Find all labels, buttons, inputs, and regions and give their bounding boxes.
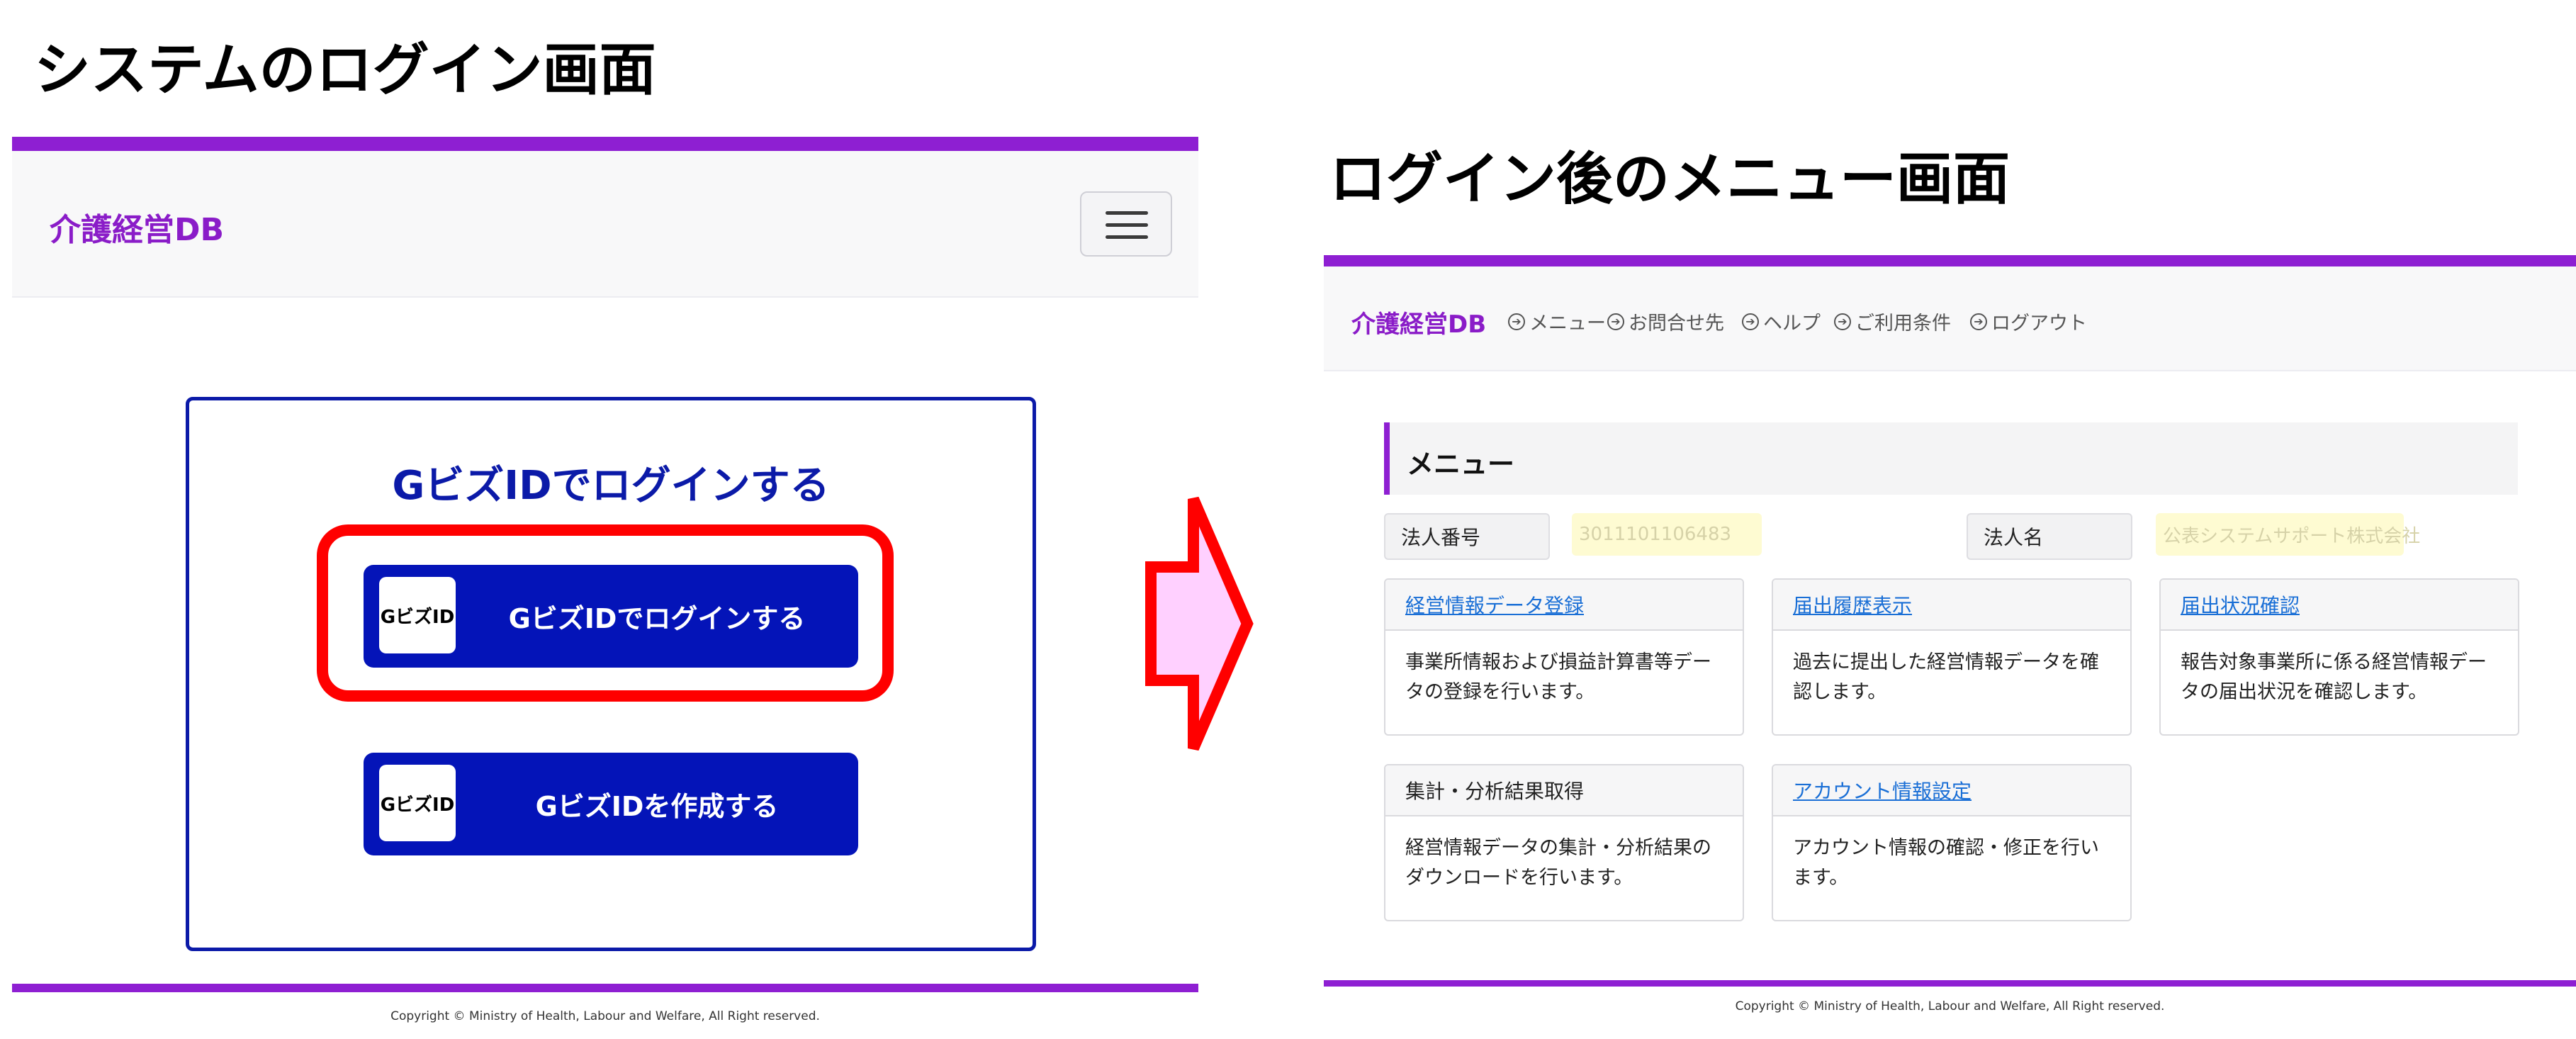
- gbiz-create-button[interactable]: GビズID GビズIDを作成する: [364, 753, 858, 855]
- arrow-circle-right-icon: ➔: [1508, 313, 1525, 330]
- menu-footer-bar: [1324, 980, 2576, 987]
- nav-link-terms[interactable]: ➔ ご利用条件: [1834, 308, 1951, 335]
- card-management-data-registration: 経営情報データ登録 事業所情報および損益計算書等データの登録を行います。: [1384, 578, 1744, 736]
- card-description: アカウント情報の確認・修正を行います。: [1793, 837, 2099, 889]
- menu-toggle-button[interactable]: [1080, 191, 1172, 257]
- card-submission-status: 届出状況確認 報告対象事業所に係る経営情報データの届出状況を確認します。: [2159, 578, 2519, 736]
- card-description: 報告対象事業所に係る経営情報データの届出状況を確認します。: [2181, 651, 2487, 703]
- card-title-link[interactable]: 経営情報データ登録: [1385, 580, 1743, 631]
- corp-number-value: 3011101106483: [1572, 513, 1762, 556]
- gbiz-logo-icon: GビズID: [379, 765, 456, 841]
- menu-copyright: Copyright © Ministry of Health, Labour a…: [1735, 999, 2165, 1013]
- arrow-circle-right-icon: ➔: [1742, 313, 1759, 330]
- card-description: 経営情報データの集計・分析結果のダウンロードを行います。: [1405, 837, 1711, 889]
- card-submission-history: 届出履歴表示 過去に提出した経営情報データを確認します。: [1772, 578, 2132, 736]
- card-description: 事業所情報および損益計算書等データの登録を行います。: [1405, 651, 1711, 703]
- card-title-link[interactable]: アカウント情報設定: [1773, 765, 2130, 816]
- nav-link-help[interactable]: ➔ ヘルプ: [1742, 308, 1821, 335]
- login-top-accent-bar: [12, 137, 1198, 151]
- menu-top-accent-bar: [1324, 255, 2576, 266]
- arrow-circle-right-icon: ➔: [1970, 313, 1987, 330]
- login-copyright: Copyright © Ministry of Health, Labour a…: [390, 1009, 820, 1023]
- card-title-link[interactable]: 届出履歴表示: [1773, 580, 2130, 631]
- arrow-circle-right-icon: ➔: [1834, 313, 1851, 330]
- arrow-circle-right-icon: ➔: [1607, 313, 1624, 330]
- card-description: 過去に提出した経営情報データを確認します。: [1793, 651, 2099, 703]
- card-title-link[interactable]: 届出状況確認: [2161, 580, 2518, 631]
- transition-arrow-icon: [1145, 496, 1254, 751]
- menu-section-header: [1384, 422, 2518, 495]
- gbiz-login-button-label: GビズIDでログインする: [508, 603, 806, 634]
- gbiz-logo-icon: GビズID: [379, 577, 456, 653]
- nav-link-contact[interactable]: ➔ お問合せ先: [1607, 308, 1724, 335]
- corp-number-label: 法人番号: [1384, 513, 1550, 560]
- menu-brand[interactable]: 介護経営DB: [1351, 305, 1486, 339]
- corp-name-label: 法人名: [1967, 513, 2132, 560]
- gbiz-login-button[interactable]: GビズID GビズIDでログインする: [364, 565, 858, 668]
- hamburger-icon: [1106, 211, 1148, 215]
- gbiz-create-button-label: GビズIDを作成する: [535, 791, 779, 822]
- login-footer-bar: [12, 984, 1198, 992]
- right-slide-title: ログイン後のメニュー画面: [1329, 146, 2010, 212]
- nav-link-menu[interactable]: ➔ メニュー: [1508, 308, 1606, 335]
- login-heading: GビズIDでログインする: [392, 463, 830, 509]
- corp-name-value: 公表システムサポート株式会社: [2156, 513, 2420, 556]
- login-brand[interactable]: 介護経営DB: [50, 204, 224, 249]
- nav-link-logout[interactable]: ➔ ログアウト: [1970, 308, 2087, 335]
- card-account-settings: アカウント情報設定 アカウント情報の確認・修正を行います。: [1772, 764, 2132, 921]
- menu-section-title: メニュー: [1407, 449, 1515, 480]
- card-analysis-results: 集計・分析結果取得 経営情報データの集計・分析結果のダウンロードを行います。: [1384, 764, 1744, 921]
- card-title: 集計・分析結果取得: [1385, 765, 1743, 816]
- left-slide-title: システムのログイン画面: [34, 37, 656, 103]
